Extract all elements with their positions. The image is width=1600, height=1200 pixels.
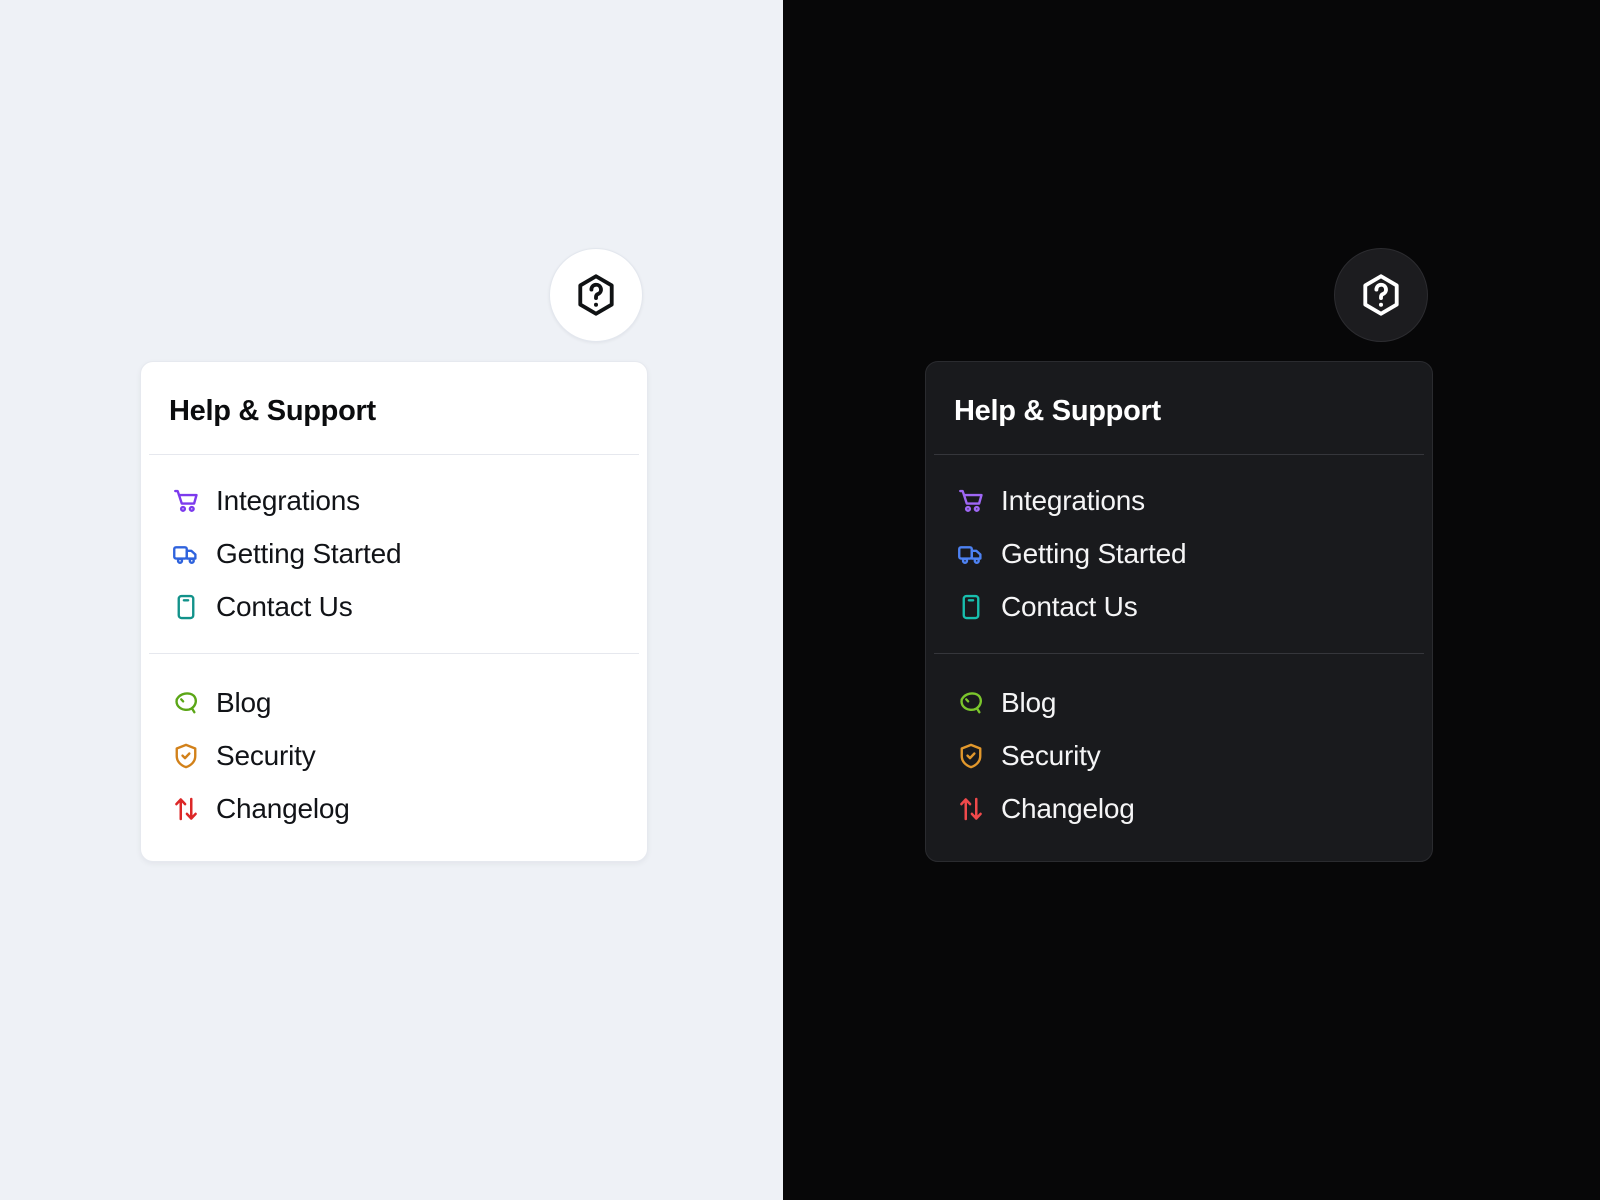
menu-item-label: Getting Started — [1001, 538, 1186, 570]
leaf-icon — [955, 687, 987, 719]
menu-item-security[interactable]: Security — [141, 729, 647, 782]
shield-check-icon — [955, 740, 987, 772]
menu-group-secondary: Blog Security — [926, 654, 1432, 861]
smartphone-icon — [170, 591, 202, 623]
menu-item-blog[interactable]: Blog — [141, 676, 647, 729]
help-support-trigger-button-dark[interactable] — [1334, 248, 1428, 342]
arrows-updown-icon — [170, 793, 202, 825]
theme-comparison-stage: Help & Support Integrations — [0, 0, 1600, 1200]
menu-item-integrations[interactable]: Integrations — [926, 474, 1432, 527]
menu-item-getting-started[interactable]: Getting Started — [926, 527, 1432, 580]
menu-item-integrations[interactable]: Integrations — [141, 474, 647, 527]
menu-item-blog[interactable]: Blog — [926, 676, 1432, 729]
menu-item-label: Changelog — [216, 793, 350, 825]
leaf-icon — [170, 687, 202, 719]
menu-item-label: Security — [216, 740, 316, 772]
smartphone-icon — [955, 591, 987, 623]
help-support-trigger-button[interactable] — [549, 248, 643, 342]
dark-theme-pane: Help & Support Integrations — [783, 0, 1600, 1200]
panel-title: Help & Support — [926, 362, 1432, 454]
shopping-cart-icon — [170, 485, 202, 517]
menu-item-label: Integrations — [216, 485, 360, 517]
menu-item-label: Integrations — [1001, 485, 1145, 517]
menu-item-label: Contact Us — [1001, 591, 1138, 623]
help-support-panel-dark: Help & Support Integrations — [925, 361, 1433, 862]
help-support-panel: Help & Support Integrations — [140, 361, 648, 862]
menu-item-changelog[interactable]: Changelog — [141, 782, 647, 835]
menu-group-primary: Integrations Getting Started — [926, 455, 1432, 653]
menu-item-getting-started[interactable]: Getting Started — [141, 527, 647, 580]
menu-item-contact-us[interactable]: Contact Us — [926, 580, 1432, 633]
menu-item-label: Changelog — [1001, 793, 1135, 825]
menu-item-label: Blog — [216, 687, 271, 719]
menu-item-label: Getting Started — [216, 538, 401, 570]
menu-item-label: Security — [1001, 740, 1101, 772]
menu-group-secondary: Blog Security — [141, 654, 647, 861]
shield-check-icon — [170, 740, 202, 772]
truck-icon — [955, 538, 987, 570]
truck-icon — [170, 538, 202, 570]
menu-item-security[interactable]: Security — [926, 729, 1432, 782]
menu-item-contact-us[interactable]: Contact Us — [141, 580, 647, 633]
menu-group-primary: Integrations Getting Started — [141, 455, 647, 653]
menu-item-changelog[interactable]: Changelog — [926, 782, 1432, 835]
menu-item-label: Blog — [1001, 687, 1056, 719]
help-hexagon-icon — [1358, 272, 1404, 318]
light-theme-pane: Help & Support Integrations — [0, 0, 783, 1200]
menu-item-label: Contact Us — [216, 591, 353, 623]
help-hexagon-icon — [573, 272, 619, 318]
arrows-updown-icon — [955, 793, 987, 825]
panel-title: Help & Support — [141, 362, 647, 454]
shopping-cart-icon — [955, 485, 987, 517]
